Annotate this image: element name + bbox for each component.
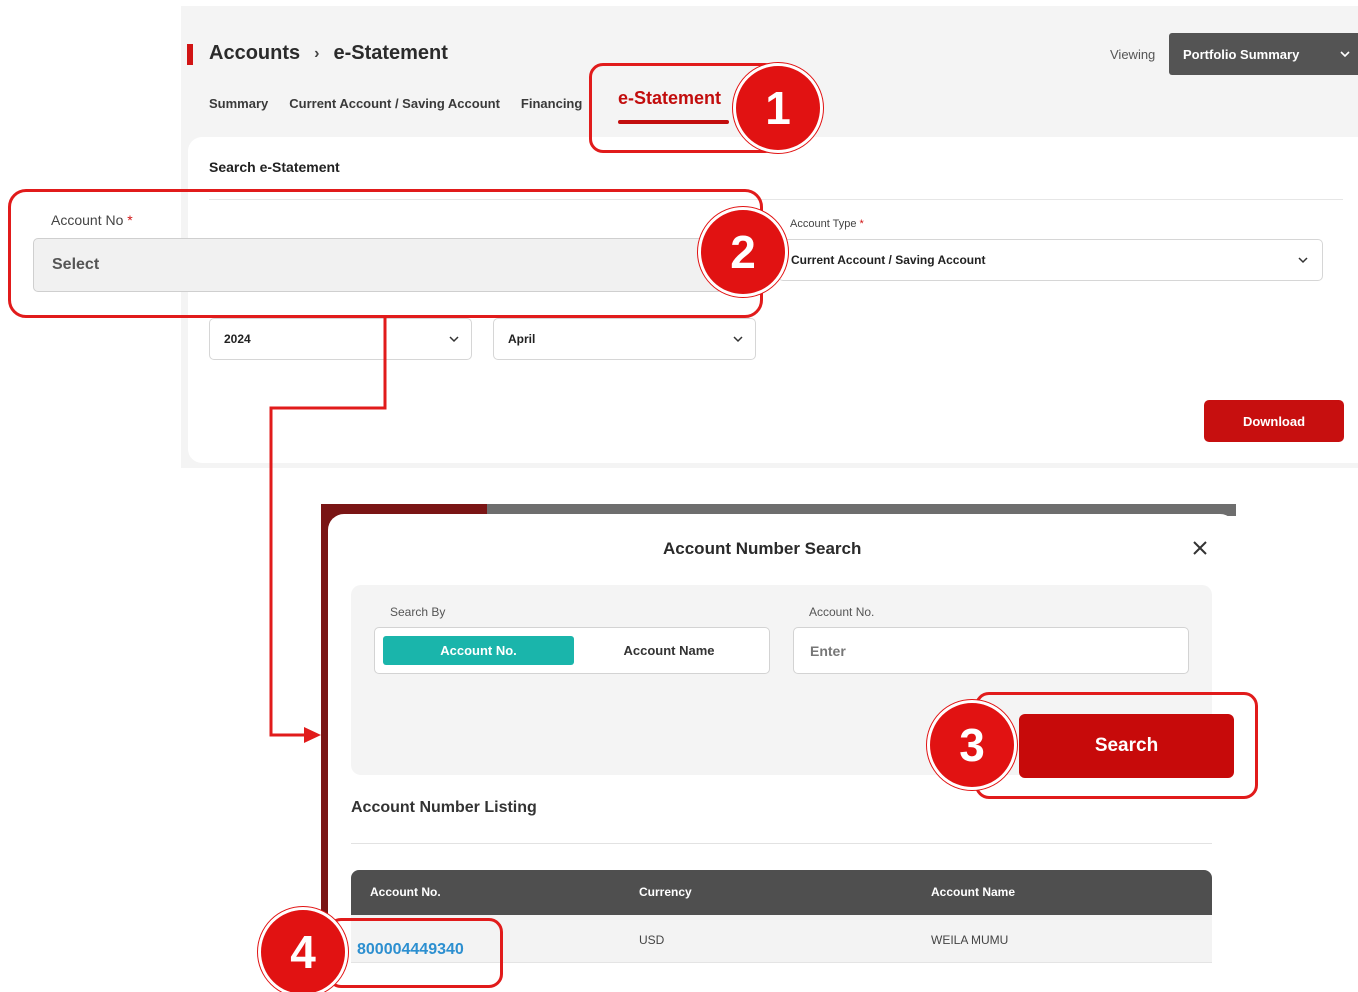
portfolio-value: Portfolio Summary (1183, 46, 1300, 62)
tab-current-saving[interactable]: Current Account / Saving Account (289, 96, 500, 111)
step-2-badge: 2 (698, 207, 788, 297)
chevron-down-icon (449, 336, 459, 343)
chevron-down-icon (733, 336, 743, 343)
download-button[interactable]: Download (1204, 400, 1344, 442)
portfolio-dropdown[interactable]: Portfolio Summary (1169, 33, 1358, 75)
account-type-value: Current Account / Saving Account (791, 253, 986, 267)
account-no-input[interactable] (793, 627, 1189, 674)
viewing-label: Viewing (1110, 47, 1156, 62)
account-type-select[interactable]: Current Account / Saving Account (778, 239, 1323, 281)
month-select[interactable]: April (493, 318, 756, 360)
column-account-name: Account Name (931, 885, 1016, 899)
tab-summary[interactable]: Summary (209, 96, 268, 111)
step-3-badge: 3 (927, 700, 1017, 790)
listing-title: Account Number Listing (351, 799, 537, 816)
toggle-account-name[interactable]: Account Name (574, 636, 764, 665)
close-icon[interactable] (1190, 538, 1210, 558)
search-card-title: Search e-Statement (209, 159, 340, 175)
step-1-badge: 1 (733, 63, 823, 153)
modal-title: Account Number Search (663, 539, 862, 558)
highlight-search-button (975, 692, 1258, 799)
year-value: 2024 (224, 332, 251, 346)
table-header: Account No. Currency Account Name (351, 870, 1212, 915)
row-currency: USD (639, 933, 665, 947)
account-tabs: Summary Current Account / Saving Account… (209, 96, 582, 111)
chevron-down-icon (1298, 257, 1308, 264)
year-select[interactable]: 2024 (209, 318, 472, 360)
row-account-name: WEILA MUMU (931, 933, 1009, 947)
breadcrumb-current: e-Statement (333, 42, 448, 64)
highlight-account-no (8, 189, 763, 318)
highlight-account-link (327, 918, 503, 988)
chevron-down-icon (1340, 51, 1350, 58)
column-account-no: Account No. (370, 885, 441, 899)
column-currency: Currency (639, 885, 692, 899)
toggle-account-no[interactable]: Account No. (383, 636, 574, 665)
search-by-label: Search By (390, 605, 446, 619)
tab-financing[interactable]: Financing (521, 96, 582, 111)
step-4-badge: 4 (258, 907, 348, 992)
breadcrumb-root[interactable]: Accounts (209, 42, 300, 65)
account-no-field-label: Account No. (809, 605, 875, 619)
breadcrumb-accent (187, 44, 193, 65)
month-value: April (508, 332, 536, 346)
listing-divider (351, 843, 1212, 844)
breadcrumb-separator-icon: › (314, 44, 320, 62)
breadcrumb: Accounts › e-Statement (209, 42, 448, 65)
account-type-label: Account Type * (790, 218, 864, 230)
